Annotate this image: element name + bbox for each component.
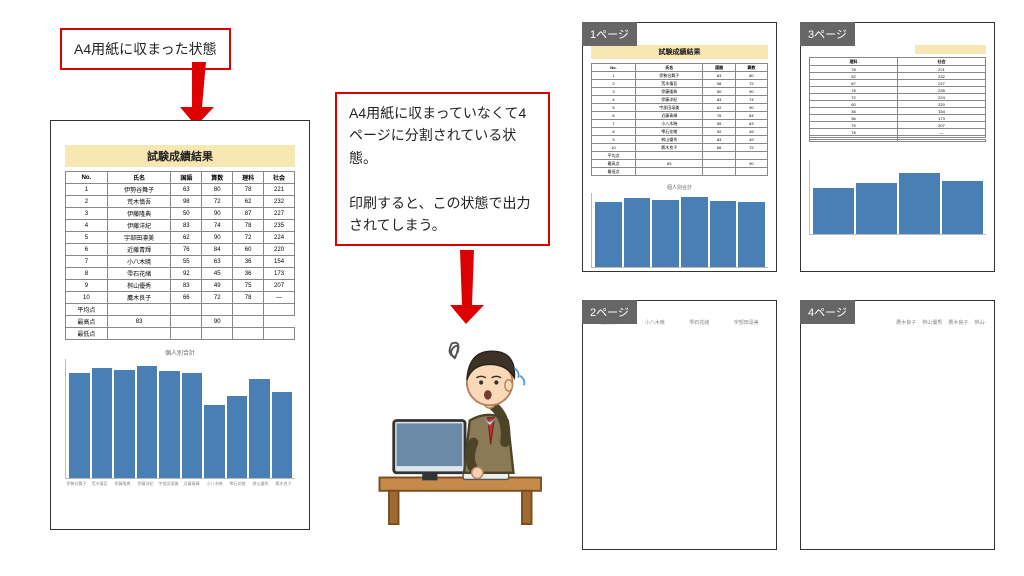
callout-fit-text: A4用紙に収まった状態: [74, 38, 217, 60]
confused-worker-illustration: [370, 330, 560, 530]
report-title: 試験成績結果: [65, 145, 295, 167]
sheet-page-3: 3ページ 理科社会 782216223287227782357222460220…: [800, 22, 995, 272]
report-table: No.氏名国語算数理科社会 1伊勢谷舞子6380782212荒木慎吾987262…: [65, 171, 295, 340]
pointer-left: [180, 62, 220, 127]
table-p1: No.氏名国語算数 1伊勢谷舞子63802荒木慎吾98723伊藤隆典50904伊…: [591, 63, 768, 176]
chart-p3: [809, 160, 986, 235]
chart-title: 個人別合計: [65, 348, 295, 357]
chart-title-p1: 個人別合計: [591, 184, 768, 191]
pointer-right: [450, 250, 490, 325]
page-tag-4: 4ページ: [800, 300, 855, 324]
page-tag-1: 1ページ: [582, 22, 637, 46]
page-tag-3: 3ページ: [800, 22, 855, 46]
callout-split: A4用紙に収まっていなくて4ページに分割されている状態。 印刷すると、この状態で…: [335, 92, 550, 246]
callout-split-text: A4用紙に収まっていなくて4ページに分割されている状態。 印刷すると、この状態で…: [349, 102, 536, 236]
sheet-page-2: 2ページ 近藤青輝小八木暁雫石花緒宇部田凛美: [582, 300, 777, 550]
page-tag-2: 2ページ: [582, 300, 637, 324]
sheet-fit-a4: 試験成績結果 No.氏名国語算数理科社会 1伊勢谷舞子6380782212荒木慎…: [50, 120, 310, 530]
table-p3: 理科社会 78221622328722778235722246022036154…: [809, 57, 986, 142]
chart-xlabels: 伊勢谷舞子荒木慎吾伊藤隆典伊藤洋紀宇部田凛美近藤青輝小八木暁雫石花緒桝山優秀鷹木…: [65, 481, 295, 487]
sheet-page-1: 1ページ 試験成績結果 No.氏名国語算数 1伊勢谷舞子63802荒木慎吾987…: [582, 22, 777, 272]
report-title-p1: 試験成績結果: [591, 45, 768, 59]
chart-main: [65, 359, 295, 479]
chart-p1: [591, 193, 768, 268]
sheet-page-4: 4ページ 鷹木良子桝山優秀鷹木良子桝山-: [800, 300, 995, 550]
